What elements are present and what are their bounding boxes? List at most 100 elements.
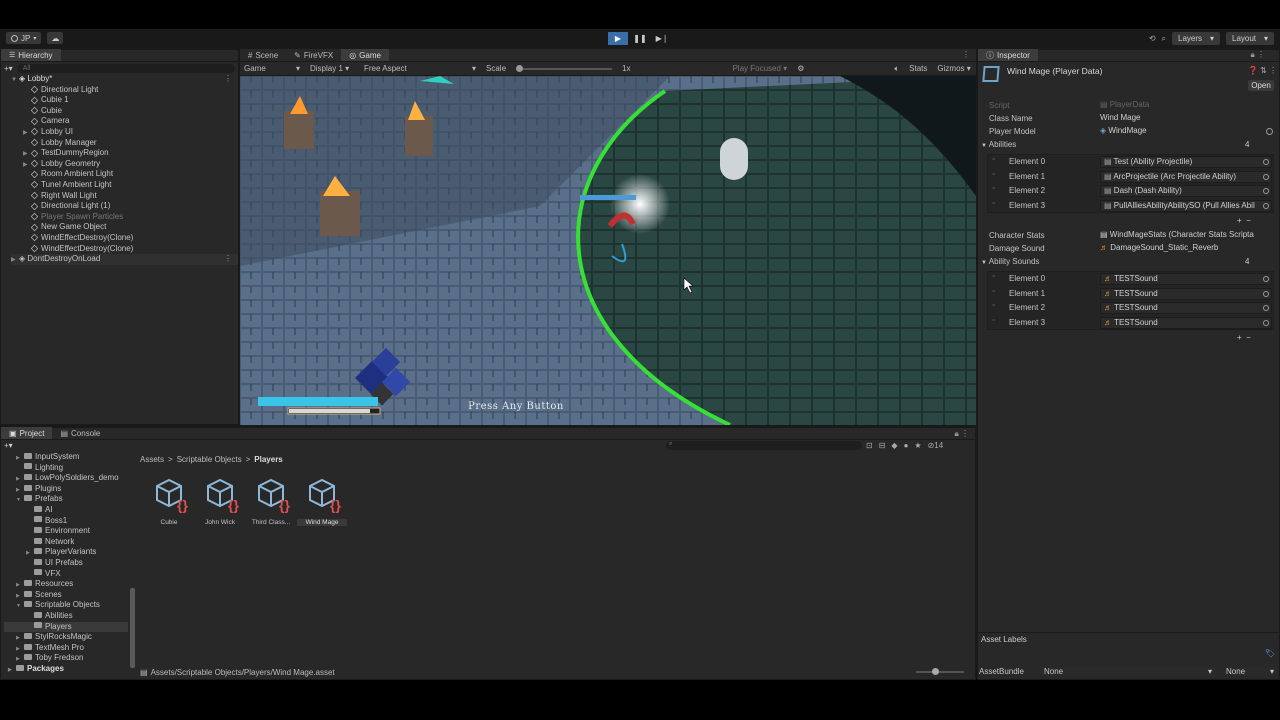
hierarchy-item[interactable]: WindEffectDestroy(Clone) bbox=[23, 244, 238, 255]
tree-item[interactable]: ▶ InputSystem bbox=[4, 452, 128, 463]
play-focused-dropdown[interactable]: Play Focused ▾ bbox=[732, 64, 787, 73]
hierarchy-item[interactable]: Directional Light (1) bbox=[23, 201, 238, 212]
aspect-dropdown[interactable]: Free Aspect ▾ bbox=[364, 64, 476, 73]
asset-item[interactable]: {} Third Class... bbox=[246, 476, 296, 526]
hierarchy-item[interactable]: Tunel Ambient Light bbox=[23, 180, 238, 191]
scale-slider-thumb[interactable] bbox=[516, 64, 524, 72]
ability-sounds-add-remove[interactable]: + − bbox=[1237, 333, 1251, 342]
layers-dropdown[interactable]: Layers ▾ bbox=[1172, 32, 1220, 45]
search-icon[interactable]: ⌕ bbox=[1162, 34, 1166, 44]
object-field[interactable]: ♬ TESTSound bbox=[1100, 287, 1272, 300]
pause-icon[interactable]: ❚❚ bbox=[630, 32, 650, 45]
hierarchy-item[interactable]: Camera bbox=[23, 116, 238, 127]
tree-item[interactable]: ▼ Scriptable Objects bbox=[4, 600, 128, 611]
ability-sounds-foldout[interactable]: ▼ Ability Sounds bbox=[981, 255, 1039, 268]
tab-scene[interactable]: # Scene bbox=[240, 49, 286, 61]
tree-item[interactable]: Players bbox=[4, 621, 128, 633]
breadcrumb-item-players[interactable]: Players bbox=[254, 455, 282, 464]
character-stats-field[interactable]: ▤ WindMageStats (Character Stats Scripta bbox=[1100, 229, 1274, 241]
tab-hierarchy[interactable]: ☰ Hierarchy bbox=[1, 49, 61, 61]
drag-handle-icon[interactable]: = bbox=[992, 303, 996, 309]
object-picker-icon[interactable] bbox=[1263, 290, 1269, 297]
asset-variant-dropdown[interactable]: None ▾ bbox=[1223, 666, 1277, 676]
tree-item[interactable]: Boss1 bbox=[4, 516, 128, 527]
drag-handle-icon[interactable]: = bbox=[992, 201, 996, 207]
project-search-input[interactable]: ⌕ bbox=[666, 441, 862, 450]
game-mode-dropdown[interactable]: Game ▾ bbox=[244, 64, 300, 73]
tree-item[interactable]: ▶ Plugins bbox=[4, 484, 128, 495]
abilities-count[interactable]: 4 bbox=[1245, 140, 1249, 149]
object-picker-icon[interactable] bbox=[1263, 319, 1269, 326]
scene-root[interactable]: ▼ ◈ Lobby* ⋮ bbox=[11, 74, 238, 85]
scale-slider[interactable] bbox=[516, 64, 613, 72]
breadcrumb-item-scriptable-objects[interactable]: Scriptable Objects bbox=[177, 455, 242, 464]
abilities-foldout[interactable]: ▼ Abilities bbox=[981, 138, 1016, 151]
drag-handle-icon[interactable]: = bbox=[992, 289, 996, 295]
gizmos-dropdown[interactable]: Gizmos ▾ bbox=[937, 64, 970, 73]
tree-item[interactable]: AI bbox=[4, 505, 128, 516]
object-field[interactable]: ♬ TESTSound bbox=[1100, 302, 1272, 315]
cloud-icon[interactable]: ☁ bbox=[47, 32, 64, 44]
display-dropdown[interactable]: Display 1 ▾ bbox=[310, 64, 354, 73]
history-icon[interactable]: ⟲ bbox=[1149, 34, 1156, 43]
hierarchy-item[interactable]: New Game Object bbox=[23, 222, 238, 233]
frame-debug-icon[interactable]: ⚙ bbox=[797, 64, 804, 73]
hierarchy-item[interactable]: WindEffectDestroy(Clone) bbox=[23, 233, 238, 244]
hierarchy-item[interactable]: Right Wall Light bbox=[23, 191, 238, 202]
asset-item[interactable]: {} John Wick bbox=[195, 476, 245, 526]
step-icon[interactable]: ▶❘ bbox=[652, 32, 672, 45]
asset-item[interactable]: {} Cubie bbox=[144, 476, 194, 526]
drag-handle-icon[interactable]: = bbox=[992, 172, 996, 178]
filter-label-icon[interactable]: ⊟ bbox=[879, 441, 886, 450]
hierarchy-item[interactable]: Directional Light bbox=[23, 85, 238, 96]
layout-dropdown[interactable]: Layout ▾ bbox=[1226, 32, 1274, 45]
hierarchy-item[interactable]: Player Spawn Particles bbox=[23, 212, 238, 223]
hidden-count-icon[interactable]: ⊘14 bbox=[928, 441, 944, 450]
dont-destroy-root[interactable]: ▶ ◈ DontDestroyOnLoad ⋮ bbox=[11, 254, 238, 265]
tree-item[interactable]: ▶ TextMesh Pro bbox=[4, 643, 128, 654]
player-model-picker-icon[interactable] bbox=[1266, 128, 1273, 135]
drag-handle-icon[interactable]: = bbox=[992, 186, 996, 192]
tab-console[interactable]: ▤ Console bbox=[52, 427, 108, 439]
tree-item[interactable]: ▶ Toby Fredson bbox=[4, 653, 128, 664]
game-view[interactable]: Press Any Button bbox=[240, 76, 976, 425]
abilities-add-remove[interactable]: + − bbox=[1237, 216, 1251, 225]
object-field[interactable]: ▤ Test (Ability Projectile) bbox=[1100, 156, 1272, 168]
object-field[interactable]: ♬ TESTSound bbox=[1100, 316, 1272, 329]
object-picker-icon[interactable] bbox=[1263, 276, 1269, 282]
star-icon[interactable]: ★ bbox=[914, 441, 921, 450]
object-picker-icon[interactable] bbox=[1263, 159, 1269, 165]
tree-item[interactable]: UI Prefabs bbox=[4, 558, 128, 569]
tree-item[interactable]: Environment bbox=[4, 526, 128, 537]
hierarchy-item[interactable]: ▶ Lobby Geometry bbox=[23, 159, 238, 170]
play-icon[interactable]: ▶ bbox=[608, 32, 628, 45]
object-picker-icon[interactable] bbox=[1263, 305, 1269, 312]
project-add-icon[interactable]: +▾ bbox=[4, 441, 13, 450]
hierarchy-search-input[interactable]: All bbox=[16, 63, 235, 73]
object-field[interactable]: ♬ TESTSound bbox=[1100, 273, 1272, 285]
mute-icon[interactable]: 🔈︎ bbox=[894, 64, 899, 74]
tree-item[interactable]: Abilities bbox=[4, 611, 128, 622]
tab-inspector[interactable]: ⓘ Inspector bbox=[978, 49, 1038, 61]
info-icon[interactable]: ● bbox=[904, 441, 909, 450]
tree-item[interactable]: VFX bbox=[4, 569, 128, 580]
object-field[interactable]: ▤ Dash (Dash Ability) bbox=[1100, 185, 1272, 198]
tree-item[interactable]: ▶ LowPolySoldiers_demo bbox=[4, 473, 128, 484]
object-picker-icon[interactable] bbox=[1263, 188, 1269, 195]
filter-type-icon[interactable]: ⊡ bbox=[866, 441, 873, 450]
tree-item[interactable]: ▶ StylRocksMagic bbox=[4, 632, 128, 643]
open-button[interactable]: Open bbox=[1248, 80, 1274, 91]
tree-item[interactable]: ▶ Resources bbox=[4, 579, 128, 590]
object-field[interactable]: ▤ ArcProjectile (Arc Projectile Ability) bbox=[1100, 170, 1272, 183]
class-name-field[interactable]: Wind Mage bbox=[1100, 112, 1140, 124]
hierarchy-item[interactable]: ▶ TestDummyRegion bbox=[23, 148, 238, 159]
hierarchy-item[interactable]: ▶ Lobby UI bbox=[23, 127, 238, 138]
player-model-field[interactable]: ◈ WindMage bbox=[1100, 125, 1147, 137]
tag-icon[interactable]: 🏷︎ bbox=[1265, 649, 1275, 658]
tree-item[interactable]: ▶ Packages bbox=[4, 664, 128, 675]
object-picker-icon[interactable] bbox=[1263, 173, 1269, 180]
tree-item[interactable]: Lighting bbox=[4, 463, 128, 474]
hierarchy-item[interactable]: Cubie 1 bbox=[23, 95, 238, 106]
tree-item[interactable]: ▼ Prefabs bbox=[4, 494, 128, 505]
drag-handle-icon[interactable]: = bbox=[992, 157, 996, 163]
